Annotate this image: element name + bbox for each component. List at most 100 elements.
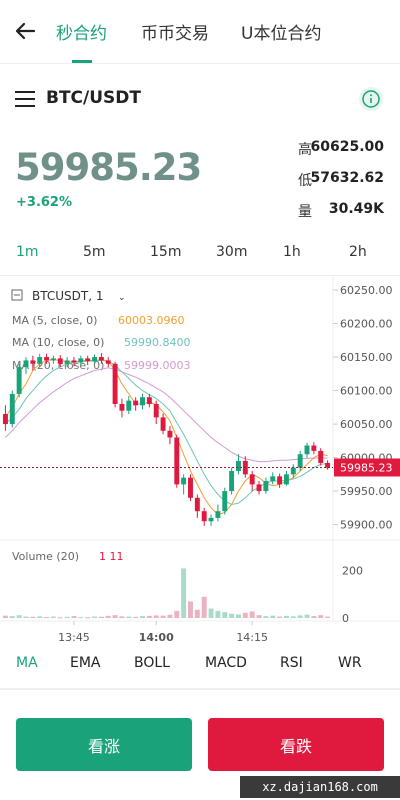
volume-value: 30.49K: [328, 201, 384, 217]
candle-body: [140, 397, 145, 406]
candle-body: [181, 477, 187, 485]
top-nav: 秒合约 币币交易 U本位合约: [0, 0, 400, 64]
interval-5m[interactable]: 5m: [83, 244, 106, 260]
candle-body: [311, 445, 317, 451]
candle-body: [57, 358, 63, 364]
volume-bar: [140, 616, 145, 618]
indicator-boll[interactable]: BOLL: [134, 655, 170, 671]
ma5-value: 60003.0960: [118, 314, 184, 327]
interval-tabs: 1m 5m 15m 30m 1h 2h: [0, 244, 400, 266]
price-tick-label: 60250.00: [340, 284, 393, 297]
indicator-rsi[interactable]: RSI: [280, 655, 303, 671]
menu-icon[interactable]: [15, 91, 35, 107]
candle-body: [92, 357, 97, 362]
volume-bar: [71, 616, 77, 618]
volume-bar: [2, 615, 8, 618]
ma20-line: [5, 367, 328, 463]
indicator-tabs: MA EMA BOLL MACD RSI WR: [0, 655, 400, 677]
time-tick-label: 14:15: [236, 631, 268, 644]
price-tick-label: 60150.00: [340, 351, 393, 364]
price-chart[interactable]: BTCUSDT, 1 ⌄ MA (5, close, 0) 60003.0960…: [0, 275, 400, 645]
buy-down-button[interactable]: 看跌: [208, 718, 384, 771]
info-icon[interactable]: [359, 87, 383, 111]
candle-body: [78, 358, 84, 363]
interval-1h[interactable]: 1h: [283, 244, 301, 260]
volume-tick-label: 0: [342, 612, 349, 625]
candle-body: [256, 484, 262, 492]
candle-body: [30, 360, 36, 364]
volume-bar: [153, 615, 159, 618]
tab-second-contract[interactable]: 秒合约: [56, 19, 107, 44]
ma10-label: MA (10, close, 0): [12, 336, 104, 349]
price-change: +3.62%: [16, 195, 72, 210]
volume-bar: [256, 615, 262, 618]
buy-up-button[interactable]: 看涨: [16, 718, 192, 771]
volume-bar: [78, 617, 84, 619]
candle-body: [85, 358, 91, 362]
candle-body: [16, 367, 22, 394]
candle-body: [188, 477, 193, 498]
chart-canvas[interactable]: BTCUSDT, 1 ⌄ MA (5, close, 0) 60003.0960…: [0, 276, 400, 646]
volume-bar: [270, 615, 276, 618]
indicator-macd[interactable]: MACD: [205, 655, 247, 671]
price-tick-label: 60050.00: [340, 418, 393, 431]
interval-15m[interactable]: 15m: [150, 244, 181, 260]
chevron-down-icon[interactable]: ⌄: [118, 293, 126, 303]
indicator-wr[interactable]: WR: [338, 655, 362, 671]
candle-body: [9, 393, 15, 425]
candle-body: [304, 445, 310, 455]
tab-spot-trading[interactable]: 币币交易: [141, 19, 209, 44]
volume-bar: [146, 615, 152, 618]
interval-2h[interactable]: 2h: [349, 244, 367, 260]
volume-bar: [64, 616, 70, 618]
price-tick-label: 59950.00: [340, 485, 393, 498]
volume-bar: [263, 616, 269, 618]
tab-usdt-perpetual[interactable]: U本位合约: [241, 19, 321, 44]
volume-bar: [119, 616, 125, 618]
candle-body: [249, 474, 255, 485]
candle-body: [44, 357, 50, 361]
price-tick-label: 60200.00: [340, 318, 393, 331]
candle-body: [229, 470, 235, 492]
volume-bar: [44, 617, 50, 619]
volume-bar: [194, 609, 200, 618]
candle-body: [105, 360, 111, 364]
volume-bar: [201, 596, 207, 618]
pair-title[interactable]: BTC/USDT: [46, 88, 141, 108]
volume-indicator-value: 1 11: [99, 550, 124, 563]
volume-bar: [236, 614, 241, 618]
volume-bar: [37, 616, 43, 618]
volume-bar: [16, 615, 22, 618]
interval-1m[interactable]: 1m: [16, 244, 39, 260]
volume-bar: [105, 615, 111, 618]
candle-body: [236, 460, 241, 471]
candle-body: [201, 511, 207, 522]
volume-bar: [311, 616, 317, 618]
volume-bar: [229, 613, 235, 618]
volume-bar: [98, 616, 104, 618]
candle-body: [208, 517, 214, 522]
indicator-ema[interactable]: EMA: [70, 655, 101, 671]
candle-body: [71, 360, 77, 363]
candle-body: [318, 450, 324, 463]
interval-30m[interactable]: 30m: [216, 244, 247, 260]
candle-body: [167, 430, 173, 438]
candle-body: [277, 476, 283, 485]
indicator-ma[interactable]: MA: [16, 655, 38, 671]
price-tick-label: 60100.00: [340, 385, 393, 398]
candle-body: [174, 437, 180, 485]
volume-bar: [283, 615, 289, 618]
back-arrow-icon[interactable]: [14, 20, 36, 42]
divider: [0, 688, 400, 690]
volume-bar: [277, 616, 283, 618]
volume-bar: [215, 610, 221, 618]
price-tick-label: 59900.00: [340, 519, 393, 532]
volume-bar: [57, 617, 63, 619]
chart-symbol[interactable]: BTCUSDT, 1: [32, 289, 103, 303]
candle-body: [2, 414, 8, 425]
volume-bar: [208, 608, 214, 618]
volume-indicator-label[interactable]: Volume (20): [12, 550, 79, 563]
volume-bar: [318, 615, 324, 618]
candle-body: [64, 360, 70, 364]
time-tick-label: 14:00: [139, 631, 174, 644]
